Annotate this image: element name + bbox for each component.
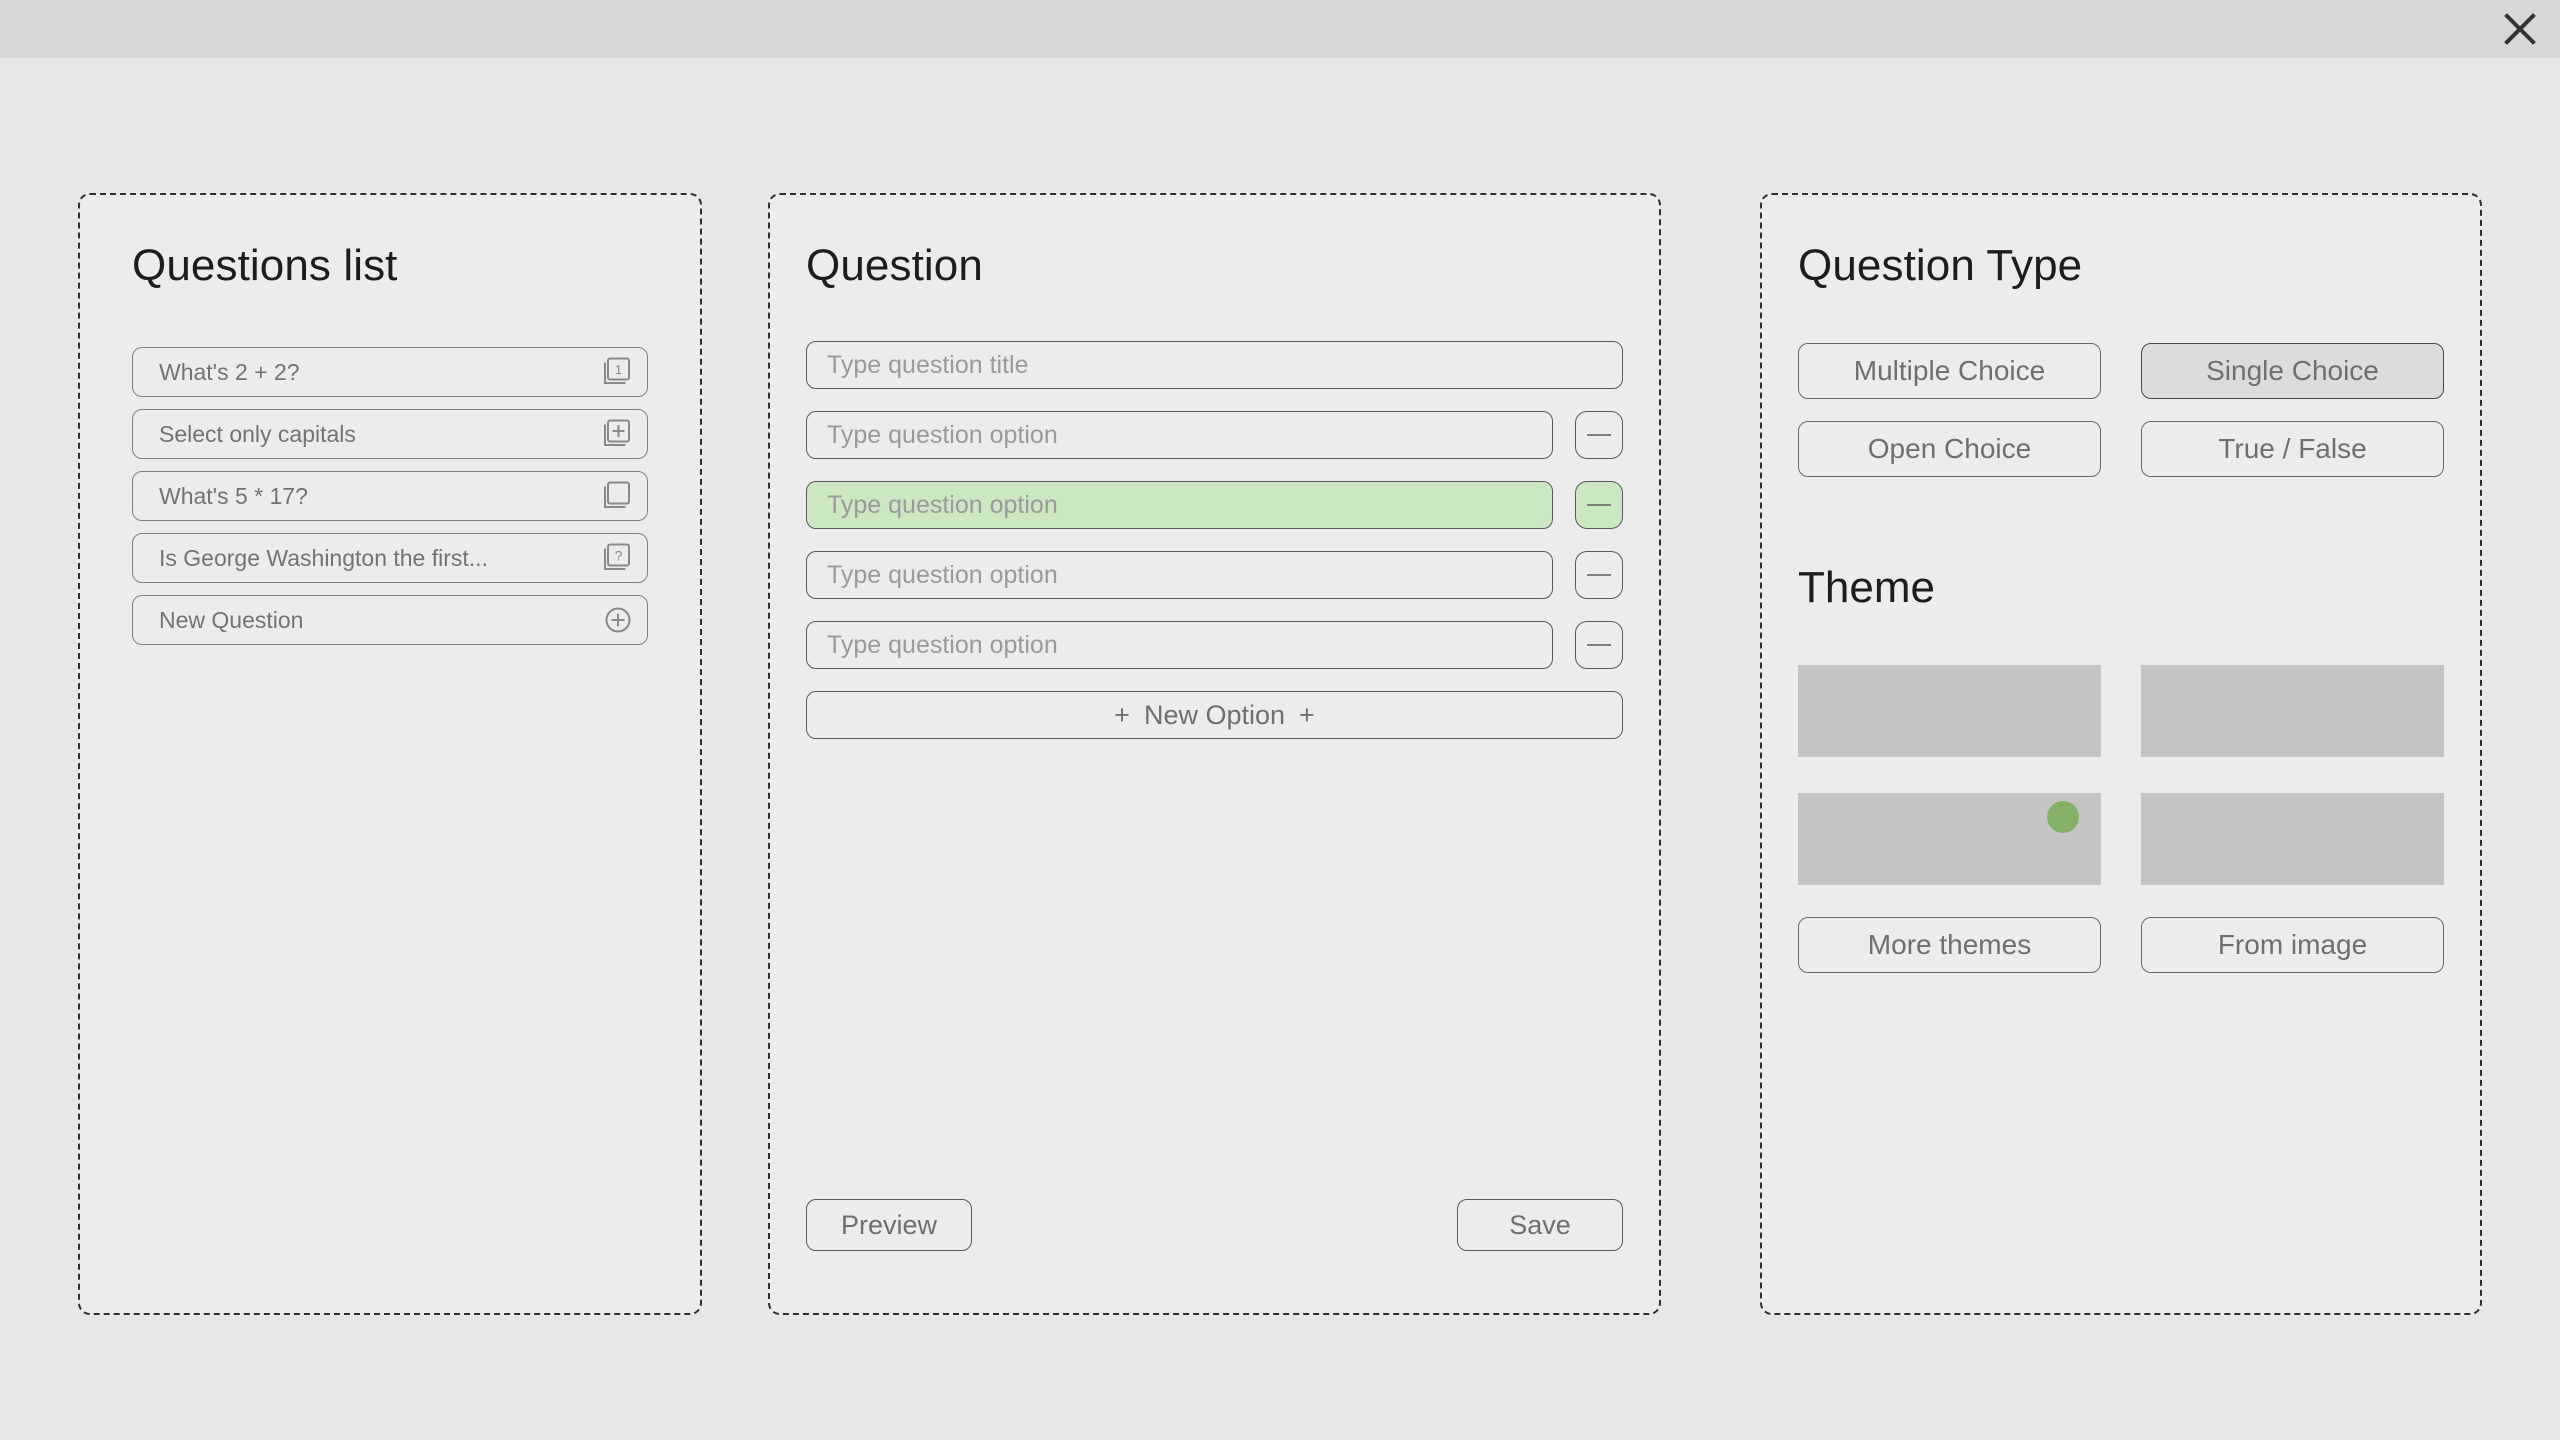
theme-thumbnail[interactable] <box>2141 665 2444 757</box>
close-button[interactable] <box>2498 7 2542 51</box>
theme-actions: More themes From image <box>1798 917 2444 973</box>
option-row: Type question option <box>806 411 1623 459</box>
question-label: Is George Washington the first... <box>159 545 488 572</box>
close-icon <box>2503 12 2537 46</box>
remove-option-button[interactable] <box>1575 481 1623 529</box>
save-button[interactable]: Save <box>1457 1199 1623 1251</box>
option-placeholder: Type question option <box>827 563 1058 588</box>
preview-button[interactable]: Preview <box>806 1199 972 1251</box>
question-label: What's 5 * 17? <box>159 483 308 510</box>
question-type-multiple-choice[interactable]: Multiple Choice <box>1798 343 2101 399</box>
question-type-title: Question Type <box>1798 241 2480 291</box>
theme-thumbnail-selected[interactable] <box>1798 793 2101 885</box>
plus-suffix-icon: + <box>1299 700 1315 731</box>
remove-option-button[interactable] <box>1575 551 1623 599</box>
question-label: What's 2 + 2? <box>159 359 300 386</box>
question-title-placeholder: Type question title <box>827 353 1029 378</box>
remove-option-button[interactable] <box>1575 411 1623 459</box>
cards-question-icon[interactable]: ? <box>601 541 635 575</box>
new-option-button[interactable]: + New Option + <box>806 691 1623 739</box>
questions-list-panel: Questions list What's 2 + 2? 1 Select on… <box>78 193 702 1315</box>
question-type-options: Multiple Choice Single Choice Open Choic… <box>1798 343 2444 477</box>
question-panel-title: Question <box>806 241 1659 291</box>
question-title-input[interactable]: Type question title <box>806 341 1623 389</box>
question-label: New Question <box>159 607 303 634</box>
list-item[interactable]: Select only capitals <box>132 409 648 459</box>
theme-thumbnail[interactable] <box>1798 665 2101 757</box>
list-item[interactable]: What's 5 * 17? <box>132 471 648 521</box>
cards-blank-icon[interactable] <box>601 479 635 513</box>
theme-title: Theme <box>1798 563 2480 613</box>
option-placeholder: Type question option <box>827 493 1058 518</box>
questions-list-title: Questions list <box>132 241 700 291</box>
new-question-item[interactable]: New Question <box>132 595 648 645</box>
question-label: Select only capitals <box>159 421 356 448</box>
question-editor-panel: Question Type question title Type questi… <box>768 193 1661 1315</box>
more-themes-button[interactable]: More themes <box>1798 917 2101 973</box>
window-titlebar <box>0 0 2560 58</box>
option-placeholder: Type question option <box>827 423 1058 448</box>
remove-option-button[interactable] <box>1575 621 1623 669</box>
new-option-label: New Option <box>1144 700 1285 731</box>
minus-icon <box>1587 434 1611 436</box>
svg-text:?: ? <box>615 548 623 564</box>
option-input[interactable]: Type question option <box>806 621 1553 669</box>
question-type-single-choice[interactable]: Single Choice <box>2141 343 2444 399</box>
from-image-button[interactable]: From image <box>2141 917 2444 973</box>
question-footer: Preview Save <box>806 1199 1623 1251</box>
list-item[interactable]: Is George Washington the first... ? <box>132 533 648 583</box>
question-form: Type question title Type question option… <box>806 341 1623 739</box>
cards-plus-icon[interactable] <box>601 417 635 451</box>
option-input[interactable]: Type question option <box>806 481 1553 529</box>
plus-prefix-icon: + <box>1114 700 1130 731</box>
option-row: Type question option <box>806 481 1623 529</box>
questions-list: What's 2 + 2? 1 Select only capitals <box>132 347 648 645</box>
theme-thumbnails <box>1798 665 2444 885</box>
question-type-open-choice[interactable]: Open Choice <box>1798 421 2101 477</box>
option-input[interactable]: Type question option <box>806 411 1553 459</box>
option-row: Type question option <box>806 621 1623 669</box>
minus-icon <box>1587 504 1611 506</box>
list-item[interactable]: What's 2 + 2? 1 <box>132 347 648 397</box>
plus-circle-icon[interactable] <box>601 603 635 637</box>
option-placeholder: Type question option <box>827 633 1058 658</box>
svg-text:1: 1 <box>615 362 622 377</box>
theme-selected-dot-icon <box>2047 801 2079 833</box>
cards-one-icon[interactable]: 1 <box>601 355 635 389</box>
theme-thumbnail[interactable] <box>2141 793 2444 885</box>
option-input[interactable]: Type question option <box>806 551 1553 599</box>
minus-icon <box>1587 644 1611 646</box>
minus-icon <box>1587 574 1611 576</box>
question-type-true-false[interactable]: True / False <box>2141 421 2444 477</box>
option-row: Type question option <box>806 551 1623 599</box>
settings-panel: Question Type Multiple Choice Single Cho… <box>1760 193 2482 1315</box>
